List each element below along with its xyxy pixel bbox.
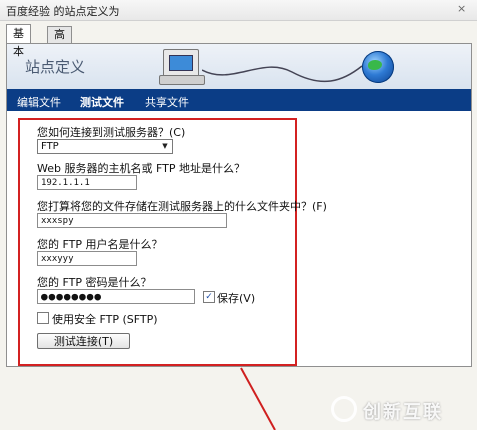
watermark: 创新互联 — [329, 394, 469, 424]
watermark-text: 创新互联 — [363, 402, 443, 423]
tab-basic[interactable]: 基本 — [6, 24, 31, 58]
brand-logo-icon — [331, 396, 357, 422]
annotation-arrow — [240, 367, 276, 430]
